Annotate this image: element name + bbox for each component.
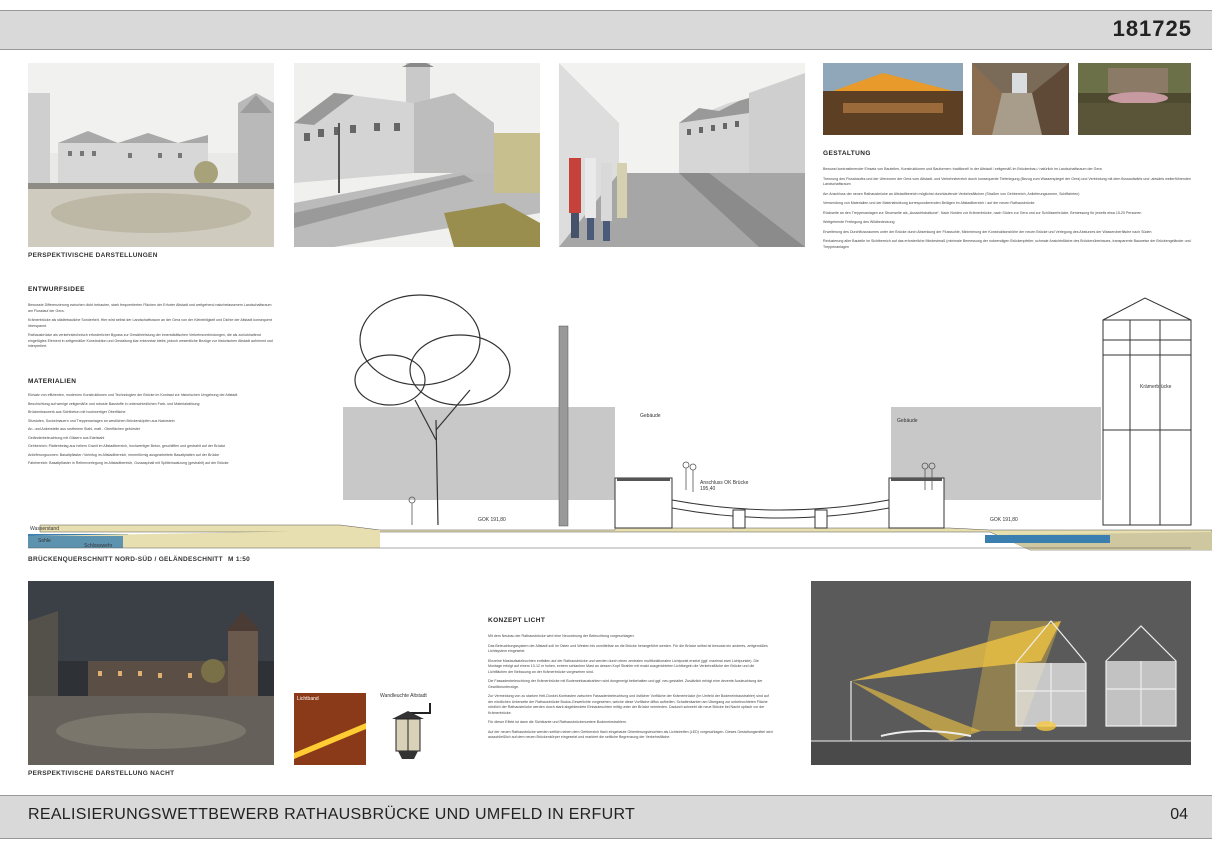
label-lichtband: Lichtband	[297, 696, 319, 702]
perspective-image-3	[559, 63, 805, 247]
gestaltung-paragraph: Trennung des Flussbaufes und der Uferzon…	[823, 176, 1191, 187]
licht-paragraph: Das Beleuchtungssystem der Altstadt soll…	[488, 643, 768, 654]
lighting-diagram	[811, 581, 1191, 765]
caption-perspectives: PERSPEKTIVISCHE DARSTELLUNGEN	[28, 252, 158, 259]
lichtband-detail: Lichtband	[294, 693, 366, 765]
footer-title: REALISIERUNGSWETTBEWERB RATHAUSBRÜCKE UN…	[28, 806, 636, 823]
caption-section: BRÜCKENQUERSCHNITT NORD-SÜD / GELÄNDESCH…	[28, 556, 223, 563]
licht-paragraph: Auf der neuen Rathausbrücke werden seitl…	[488, 729, 773, 740]
gestaltung-paragraph: Rückseite an den Treppenanlagen zur Stro…	[823, 210, 1142, 215]
reference-photo-2	[972, 63, 1069, 135]
label-gebaeude-right: Gebäude	[897, 418, 918, 424]
licht-heading: KONZEPT LICHT	[488, 617, 546, 624]
page-number: 04	[1170, 806, 1188, 823]
label-gok-right: GOK 191,80	[990, 517, 1018, 523]
licht-paragraph: Zur Vermeidung von zu starken Hell-Dunke…	[488, 694, 769, 715]
gestaltung-paragraph: Reduzierung aller Bauteile im Sichtberei…	[823, 239, 1191, 249]
label-sohle: Sohle	[38, 538, 51, 544]
cross-section-drawing: Gebäude Gebäude Krämerbrücke Wasserstand…	[28, 294, 1212, 551]
caption-scale: M 1:50	[228, 556, 251, 563]
reference-photo-1	[823, 63, 963, 135]
licht-block: KONZEPT LICHT Mit dem Neubau der Rathaus…	[488, 617, 773, 741]
licht-paragraph: Die Fassadenbeleuchtung der Krämerbrücke…	[488, 679, 763, 689]
reference-photo-3	[1078, 63, 1191, 135]
gestaltung-block: GESTALTUNG Bewusst kontrastierender Eins…	[823, 150, 1191, 250]
label-gok-left: GOK 191,80	[478, 517, 506, 523]
gestaltung-heading: GESTALTUNG	[823, 150, 871, 157]
perspective-image-1	[28, 63, 274, 247]
label-wasserstand: Wasserstand	[30, 526, 59, 532]
label-kraemerbruecke: Krämerbrücke	[1140, 384, 1172, 390]
label-gebaeude-left: Gebäude	[640, 413, 661, 419]
perspective-image-2	[294, 63, 540, 247]
licht-paragraph: Einzelne Mastaufsatzleuchten entfallen a…	[488, 658, 759, 674]
project-number: 181725	[1112, 16, 1192, 41]
gestaltung-paragraph: Erweiterung des Durchflussraumes unter d…	[823, 229, 1152, 234]
header-bar	[0, 10, 1212, 50]
caption-night: PERSPEKTIVISCHE DARSTELLUNG NACHT	[28, 770, 175, 777]
wandleuchte-detail: Wandleuchte Altstadt	[380, 693, 440, 765]
label-schlosswehr: Schlosswehr	[84, 543, 113, 549]
night-perspective-image	[28, 581, 274, 765]
label-anschluss-value: 195,40	[700, 486, 716, 492]
